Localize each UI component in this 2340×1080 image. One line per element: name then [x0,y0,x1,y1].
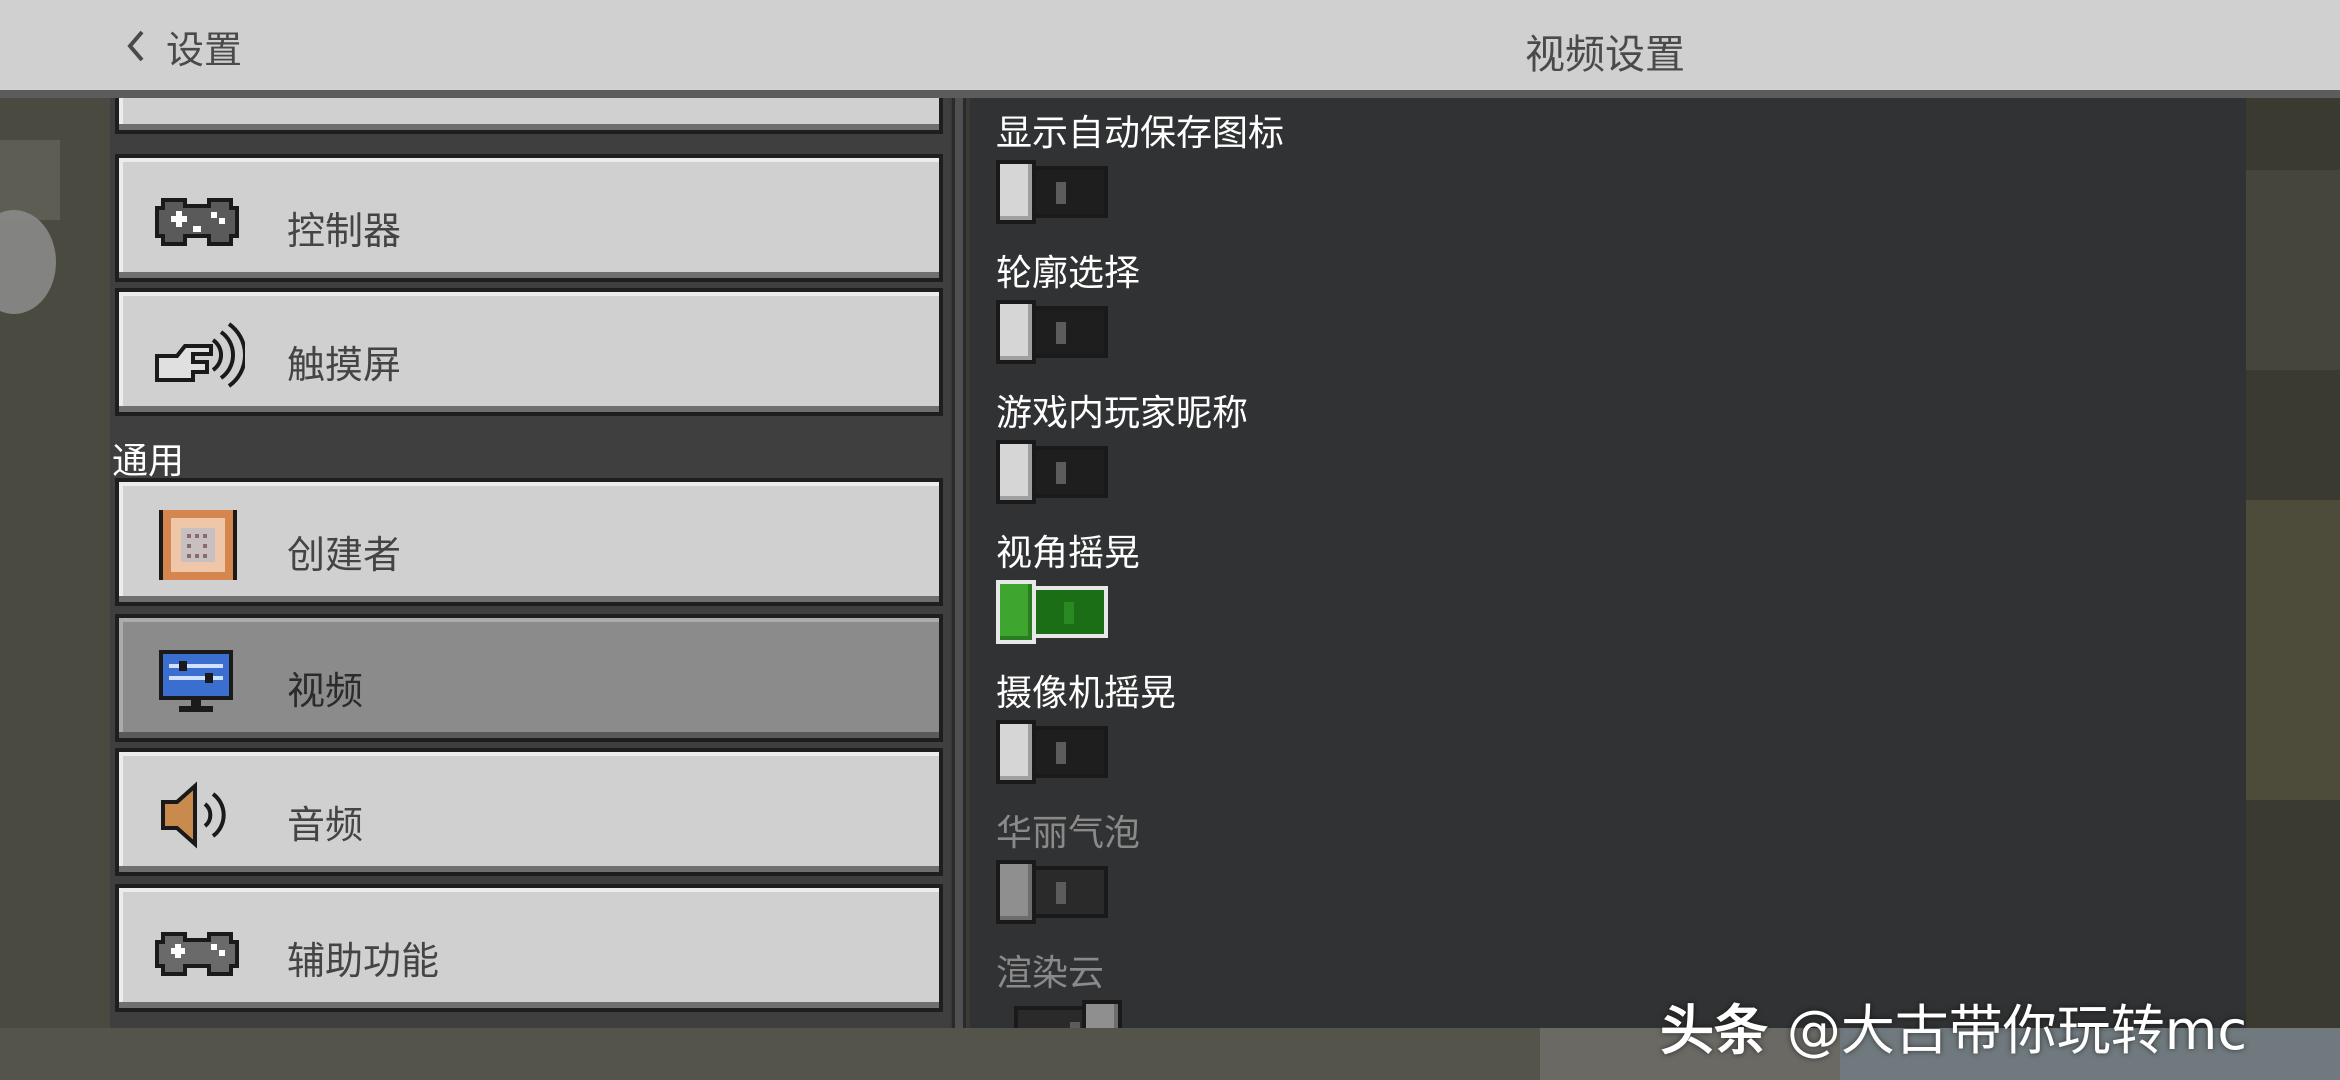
sidebar-item-label: 视频 [287,669,364,713]
outline-selection-toggle[interactable] [996,300,1112,364]
setting-title: 华丽气泡 [996,813,1141,854]
fancy-bubbles-toggle[interactable] [996,860,1112,924]
toggle-pip [1056,322,1066,344]
command-block-icon [159,510,237,580]
toggle-pip [1070,1022,1080,1028]
chevron-left-icon [127,30,144,62]
render-clouds-toggle[interactable] [1010,1000,1126,1028]
setting-title: 视角摇晃 [996,533,1141,574]
sidebar-item-touchscreen[interactable]: 触摸屏 [115,288,943,416]
settings-sidebar: 控制器 触摸屏 通用 创建者 视频 音频 辅助功能 [110,98,950,1028]
toggle-knob [996,440,1036,504]
sidebar-item-video[interactable]: 视频 [115,614,943,742]
sidebar-item-audio[interactable]: 音频 [115,748,943,876]
setting-title: 显示自动保存图标 [996,113,1285,154]
toggle-pip [1056,882,1066,904]
speaker-icon [161,781,226,849]
sidebar-item-label: 创建者 [287,533,402,577]
setting-camera-shake: 摄像机摇晃 [996,664,1177,784]
setting-fancy-bubbles: 华丽气泡 [996,804,1141,924]
toggle-knob [996,720,1036,784]
setting-render-clouds: 渲染云 [996,944,1122,1028]
setting-title: 摄像机摇晃 [996,673,1177,714]
setting-outline-selection: 轮廓选择 [996,244,1141,364]
player-nametags-toggle[interactable] [996,440,1112,504]
autosave-icon-toggle[interactable] [996,160,1112,224]
sidebar-item-creator[interactable]: 创建者 [115,478,943,606]
setting-view-bobbing: 视角摇晃 [996,524,1141,644]
sidebar-item-accessibility[interactable]: 辅助功能 [115,884,943,1012]
page-title: 视频设置 [1525,32,1685,78]
toggle-knob [996,160,1036,224]
setting-title: 轮廓选择 [996,253,1141,294]
toggle-pip [1056,742,1066,764]
view-bobbing-toggle[interactable] [996,580,1112,644]
toggle-pip [1064,602,1074,624]
setting-title: 游戏内玩家昵称 [996,393,1249,434]
panel-divider-scrollbar[interactable] [952,98,966,1028]
back-button[interactable]: 设置 [118,20,242,72]
sidebar-item-partial[interactable] [115,98,943,134]
gamepad-icon [155,932,239,976]
touch-hand-icon [155,322,245,388]
watermark: 头条 @大古带你玩转mc [1660,986,2247,1065]
scrollbar-thumb[interactable] [955,98,963,1028]
sidebar-item-label: 控制器 [287,209,402,253]
sidebar-item-controller[interactable]: 控制器 [115,154,943,282]
top-bar: 设置 视频设置 [0,0,2340,98]
camera-shake-toggle[interactable] [996,720,1112,784]
setting-title: 渲染云 [996,953,1105,994]
toggle-knob [996,860,1036,924]
watermark-brand: 头条 [1660,999,1768,1062]
watermark-handle: @大古带你玩转mc [1786,999,2248,1062]
toggle-pip [1056,182,1066,204]
video-settings-panel: 显示自动保存图标 轮廓选择 游戏内玩家昵称 视角摇晃 摄像机摇晃 华丽气泡 渲染… [970,98,2246,1028]
back-label: 设置 [166,27,243,72]
toggle-knob [996,580,1036,644]
setting-player-nametags: 游戏内玩家昵称 [996,384,1249,504]
toggle-knob [996,300,1036,364]
toggle-pip [1056,462,1066,484]
setting-autosave-icon: 显示自动保存图标 [996,104,1285,224]
toggle-knob [1082,1000,1122,1028]
sidebar-item-label: 音频 [287,803,364,847]
sidebar-item-label: 触摸屏 [287,343,402,387]
sidebar-item-label: 辅助功能 [287,939,440,983]
gamepad-icon [155,198,239,246]
section-label-general: 通用 [112,441,185,482]
monitor-icon [159,650,233,712]
